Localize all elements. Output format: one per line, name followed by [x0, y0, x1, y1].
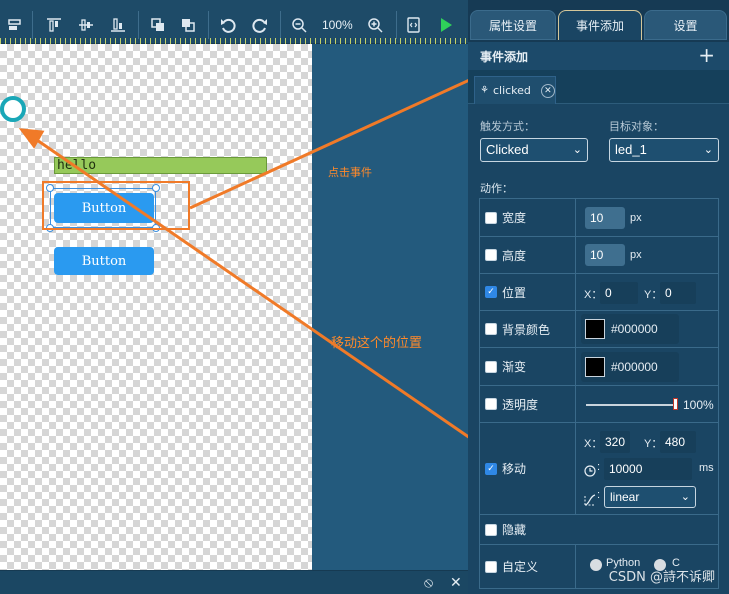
- event-tab-row: ⚘ clicked ✕: [468, 70, 729, 104]
- trigger-label: 触发方式：: [480, 120, 535, 133]
- opacity-label: 透明度: [502, 397, 539, 412]
- event-icon: ⚘: [480, 85, 489, 96]
- custom-label: 自定义: [502, 560, 539, 574]
- chevron-down-icon: ⌄: [703, 144, 713, 156]
- gradient-label: 渐变: [502, 360, 527, 374]
- action-opacity-cell: 透明度: [480, 386, 576, 422]
- action-row-width: 宽度 10 px: [479, 199, 719, 237]
- easing-value: linear: [610, 490, 640, 504]
- move-duration-unit: ms: [699, 462, 714, 474]
- action-row-gradient: 渐变 #000000: [479, 348, 719, 386]
- easing-icon: [584, 491, 596, 510]
- position-checkbox[interactable]: ✓: [485, 286, 497, 298]
- arrow-head: [18, 128, 45, 149]
- position-label: 位置: [502, 285, 527, 300]
- event-tab-clicked[interactable]: ⚘ clicked ✕: [474, 76, 556, 104]
- chevron-down-icon: ⌄: [680, 491, 690, 503]
- action-row-opacity: 透明度 100%: [479, 386, 719, 423]
- watermark: CSDN @詩不诉卿: [608, 570, 715, 585]
- bgcolor-picker[interactable]: #000000: [581, 314, 679, 344]
- tab-events[interactable]: 事件添加: [558, 10, 642, 40]
- bottom-bar: ⦸ ✕: [0, 570, 468, 594]
- bgcolor-label: 背景颜色: [502, 322, 551, 337]
- radio-python[interactable]: [590, 559, 602, 571]
- opacity-value: 100%: [683, 398, 714, 412]
- action-bgcolor-cell: 背景颜色: [480, 311, 576, 347]
- hide-label: 隐藏: [502, 523, 527, 537]
- bgcolor-checkbox[interactable]: [485, 323, 497, 335]
- action-position-cell: ✓ 位置: [480, 274, 576, 310]
- opacity-slider-track[interactable]: [586, 404, 676, 406]
- height-unit: px: [630, 249, 642, 261]
- tab-settings[interactable]: 设置: [644, 10, 727, 40]
- target-select[interactable]: led_1 ⌄: [609, 138, 719, 162]
- add-event-button[interactable]: +: [698, 43, 715, 67]
- panel-tabs: 属性设置 事件添加 设置: [468, 0, 729, 42]
- colon-label: :: [597, 461, 601, 473]
- width-input[interactable]: 10: [585, 207, 625, 229]
- action-row-move: ✓ 移动 X： 320 Y： 480 : 10000 ms : linear ⌄: [479, 423, 719, 515]
- gradient-swatch: [585, 357, 605, 377]
- actions-title: 动作：: [480, 182, 513, 195]
- width-unit: px: [630, 212, 642, 224]
- action-custom-cell: 自定义: [480, 545, 576, 588]
- trigger-select[interactable]: Clicked ⌄: [480, 138, 588, 162]
- move-y-input[interactable]: 480: [660, 431, 696, 453]
- action-height-cell: 高度: [480, 237, 576, 273]
- height-input[interactable]: 10: [585, 244, 625, 266]
- action-move-cell: ✓ 移动: [480, 423, 576, 514]
- action-gradient-cell: 渐变: [480, 348, 576, 385]
- action-row-height: 高度 10 px: [479, 237, 719, 274]
- move-label: 移动: [502, 462, 527, 476]
- tab-properties[interactable]: 属性设置: [470, 10, 556, 40]
- block-icon[interactable]: ⦸: [424, 575, 433, 591]
- position-y-input[interactable]: 0: [660, 282, 696, 304]
- bgcolor-swatch: [585, 319, 605, 339]
- position-x-input[interactable]: 0: [600, 282, 638, 304]
- action-row-bgcolor: 背景颜色 #000000: [479, 311, 719, 348]
- height-checkbox[interactable]: [485, 249, 497, 261]
- action-row-position: ✓ 位置 X： 0 Y： 0: [479, 274, 719, 311]
- height-label: 高度: [502, 248, 527, 263]
- opacity-checkbox[interactable]: [485, 398, 497, 410]
- gradient-checkbox[interactable]: [485, 360, 497, 373]
- width-checkbox[interactable]: [485, 211, 497, 224]
- close-icon[interactable]: ✕: [540, 83, 555, 98]
- event-tab-label: clicked: [492, 84, 531, 97]
- right-panel: 属性设置 事件添加 设置 事件添加 + ⚘ clicked ✕ 触发方式： Cl…: [468, 0, 729, 594]
- arrow-to-led: [33, 136, 474, 442]
- bgcolor-value: #000000: [611, 322, 658, 336]
- easing-select[interactable]: linear ⌄: [604, 486, 696, 508]
- actions-grid: 宽度 10 px 高度 10 px ✓ 位置 X： 0 Y： 0 背景颜色 #0…: [479, 198, 719, 589]
- target-value: led_1: [615, 142, 647, 157]
- action-hide-cell: 隐藏: [480, 515, 576, 544]
- chevron-down-icon: ⌄: [572, 144, 582, 156]
- clock-icon: [584, 462, 596, 481]
- target-label: 目标对象：: [609, 120, 664, 133]
- trigger-value: Clicked: [486, 142, 529, 157]
- gradient-picker[interactable]: #000000: [581, 352, 679, 382]
- opacity-slider-handle[interactable]: [673, 398, 678, 410]
- move-x-input[interactable]: 320: [600, 431, 630, 453]
- width-label: 宽度: [502, 211, 527, 225]
- action-width-cell: 宽度: [480, 199, 576, 236]
- section-title: 事件添加: [480, 50, 529, 64]
- section-header: 事件添加 +: [468, 42, 729, 70]
- hide-checkbox[interactable]: [485, 523, 497, 536]
- move-duration-input[interactable]: 10000: [604, 458, 692, 480]
- action-row-hide: 隐藏: [479, 515, 719, 545]
- colon-label: :: [597, 489, 601, 501]
- move-checkbox[interactable]: ✓: [485, 462, 497, 475]
- gradient-value: #000000: [611, 360, 658, 374]
- custom-checkbox[interactable]: [485, 560, 497, 573]
- close-icon[interactable]: ✕: [450, 575, 462, 591]
